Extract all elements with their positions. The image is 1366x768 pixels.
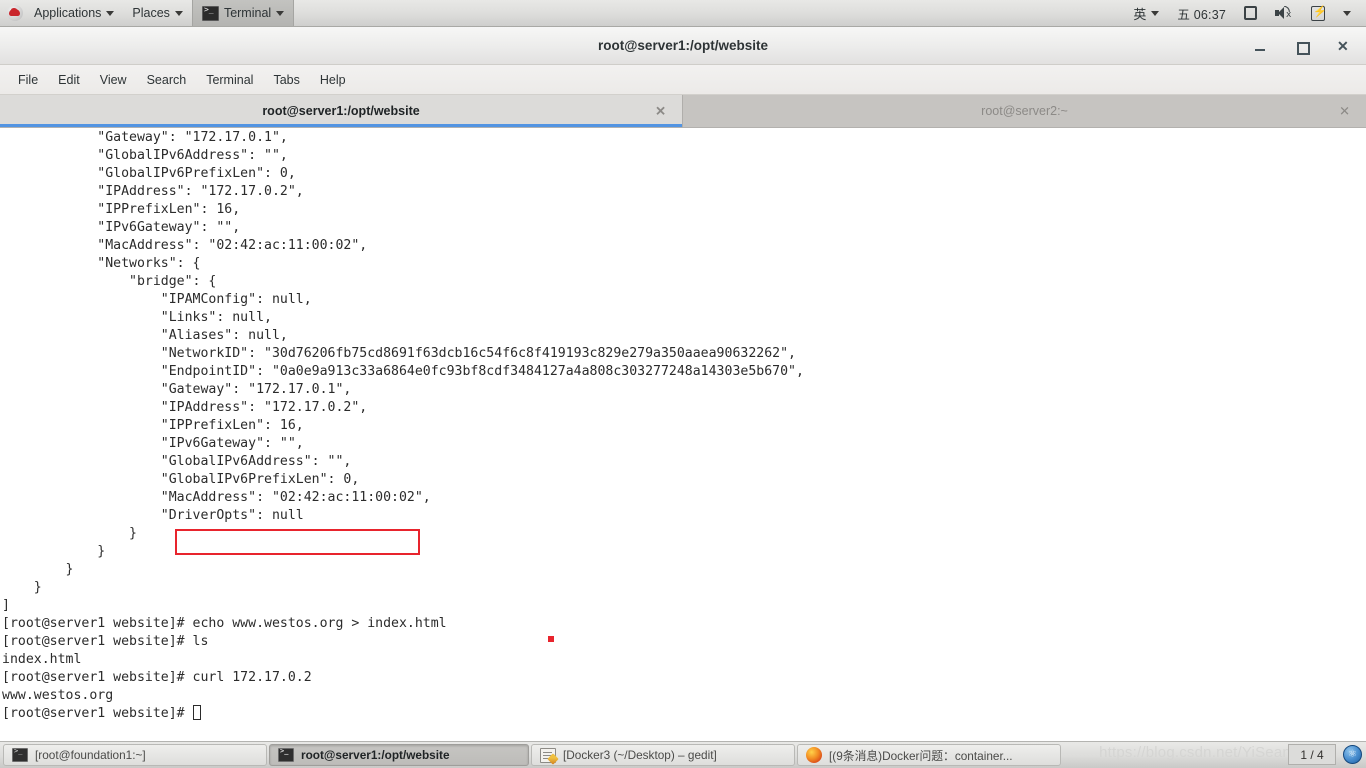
- terminal-window: root@server1:/opt/website File Edit View…: [0, 27, 1366, 744]
- terminal-line: ]: [2, 598, 10, 613]
- screen-status[interactable]: [1235, 0, 1266, 26]
- terminal-line: "bridge": {: [2, 274, 217, 289]
- terminal-line: "IPAddress": "172.17.0.2",: [2, 400, 368, 415]
- tab-bar: root@server1:/opt/website ✕ root@server2…: [0, 95, 1366, 128]
- terminal-line: "MacAddress": "02:42:ac:11:00:02",: [2, 490, 431, 505]
- taskbar-item-gedit[interactable]: [Docker3 (~/Desktop) – gedit]: [531, 744, 795, 766]
- minimize-button[interactable]: [1252, 38, 1268, 54]
- red-dot-marker: [548, 636, 554, 642]
- terminal-line: "MacAddress": "02:42:ac:11:00:02",: [2, 238, 368, 253]
- tab-server2[interactable]: root@server2:~ ✕: [683, 95, 1366, 127]
- window-titlebar: root@server1:/opt/website: [0, 27, 1366, 65]
- gedit-icon: [540, 747, 556, 763]
- terminal-line: "Links": null,: [2, 310, 272, 325]
- tab-server2-label: root@server2:~: [981, 104, 1068, 118]
- maximize-button[interactable]: [1294, 38, 1310, 55]
- window-controls: [1252, 27, 1352, 65]
- workspace-switcher[interactable]: 1 / 4: [1288, 744, 1336, 765]
- menu-bar: File Edit View Search Terminal Tabs Help: [0, 65, 1366, 95]
- chevron-down-icon: [1343, 10, 1351, 16]
- workspace-icon[interactable]: ⚛: [1343, 745, 1362, 764]
- taskbar-item-label: [(9条消息)Docker问题：container...: [829, 748, 1013, 763]
- menu-edit[interactable]: Edit: [48, 70, 90, 90]
- terminal-output[interactable]: "Gateway": "172.17.0.1", "GlobalIPv6Addr…: [0, 128, 1366, 744]
- terminal-line: [root@server1 website]# ls: [2, 634, 209, 649]
- terminal-line: "Gateway": "172.17.0.1",: [2, 382, 352, 397]
- input-method-label: 英: [1133, 7, 1147, 23]
- clock-label: 五 06:37: [1177, 7, 1226, 22]
- menu-file[interactable]: File: [8, 70, 48, 90]
- input-method-indicator[interactable]: 英: [1124, 0, 1168, 26]
- tab-server1-label: root@server1:/opt/website: [262, 104, 420, 118]
- terminal-line: "GlobalIPv6PrefixLen": 0,: [2, 166, 296, 181]
- menu-search[interactable]: Search: [137, 70, 197, 90]
- chevron-down-icon: [106, 10, 115, 16]
- app-menu-terminal[interactable]: Terminal: [191, 0, 295, 26]
- taskbar-item-label: [root@foundation1:~]: [35, 748, 146, 762]
- firefox-icon: [806, 747, 822, 763]
- screen-icon: [1244, 6, 1257, 20]
- terminal-line: [root@server1 website]#: [0, 705, 1366, 723]
- terminal-line: }: [2, 562, 74, 577]
- redhat-logo-icon: [7, 5, 23, 21]
- chevron-down-icon: [1151, 10, 1160, 16]
- terminal-line: [root@server1 website]# curl 172.17.0.2: [2, 670, 312, 685]
- applications-menu[interactable]: Applications: [25, 0, 123, 26]
- power-status[interactable]: [1302, 0, 1334, 26]
- terminal-line: "DriverOpts": null: [2, 508, 304, 523]
- terminal-line: "IPAMConfig": null,: [2, 292, 312, 307]
- taskbar: [root@foundation1:~] root@server1:/opt/w…: [0, 741, 1366, 768]
- terminal-line: www.westos.org: [2, 688, 114, 703]
- terminal-line: "IPv6Gateway": "",: [2, 220, 241, 235]
- terminal-line: "GlobalIPv6Address": "",: [2, 148, 288, 163]
- places-menu-label: Places: [132, 6, 170, 20]
- terminal-line: }: [2, 580, 42, 595]
- terminal-icon: [12, 747, 28, 762]
- terminal-line: "IPPrefixLen": 16,: [2, 202, 241, 217]
- taskbar-item-firefox[interactable]: [(9条消息)Docker问题：container...: [797, 744, 1061, 766]
- terminal-line: }: [2, 526, 137, 541]
- system-menu[interactable]: [1334, 0, 1360, 26]
- tab-server1[interactable]: root@server1:/opt/website ✕: [0, 95, 683, 127]
- speaker-muted-icon: x: [1275, 5, 1293, 20]
- terminal-line: }: [2, 544, 106, 559]
- taskbar-item-server1[interactable]: root@server1:/opt/website: [269, 744, 529, 766]
- screen: Applications Places Terminal 英 五 06:37: [0, 0, 1366, 768]
- window-title: root@server1:/opt/website: [598, 38, 768, 53]
- volume-status[interactable]: x: [1266, 0, 1302, 26]
- terminal-icon: [201, 5, 219, 21]
- close-icon[interactable]: ✕: [1339, 105, 1350, 118]
- applications-menu-label: Applications: [34, 6, 102, 20]
- terminal-line: [root@server1 website]# echo www.westos.…: [2, 616, 447, 631]
- terminal-line: "NetworkID": "30d76206fb75cd8691f63dcb16…: [2, 346, 796, 361]
- taskbar-item-foundation1[interactable]: [root@foundation1:~]: [3, 744, 267, 766]
- close-icon[interactable]: ✕: [655, 105, 666, 118]
- terminal-line: "GlobalIPv6PrefixLen": 0,: [2, 472, 360, 487]
- terminal-cursor: [192, 705, 201, 720]
- terminal-line: "EndpointID": "0a0e9a913c33a6864e0fc93bf…: [2, 364, 804, 379]
- terminal-line: "Aliases": null,: [2, 328, 288, 343]
- terminal-line: "Networks": {: [2, 256, 201, 271]
- menu-view[interactable]: View: [90, 70, 137, 90]
- taskbar-item-label: [Docker3 (~/Desktop) – gedit]: [563, 748, 717, 762]
- power-icon: [1311, 5, 1327, 21]
- clock[interactable]: 五 06:37: [1168, 0, 1235, 26]
- terminal-line: "IPAddress": "172.17.0.2",: [2, 184, 304, 199]
- terminal-line: index.html: [2, 652, 82, 667]
- places-menu[interactable]: Places: [123, 0, 192, 26]
- chevron-down-icon: [276, 10, 285, 16]
- menu-help[interactable]: Help: [310, 70, 356, 90]
- terminal-line: "GlobalIPv6Address": "",: [2, 454, 352, 469]
- terminal-icon: [278, 747, 294, 762]
- menu-tabs[interactable]: Tabs: [263, 70, 309, 90]
- chevron-down-icon: [174, 10, 183, 16]
- taskbar-item-label: root@server1:/opt/website: [301, 748, 450, 762]
- app-menu-label: Terminal: [223, 6, 272, 20]
- close-button[interactable]: [1336, 37, 1352, 55]
- terminal-line: "IPv6Gateway": "",: [2, 436, 304, 451]
- menu-terminal[interactable]: Terminal: [196, 70, 263, 90]
- terminal-line: "Gateway": "172.17.0.1",: [2, 130, 288, 145]
- top-panel: Applications Places Terminal 英 五 06:37: [0, 0, 1366, 27]
- terminal-line: "IPPrefixLen": 16,: [2, 418, 304, 433]
